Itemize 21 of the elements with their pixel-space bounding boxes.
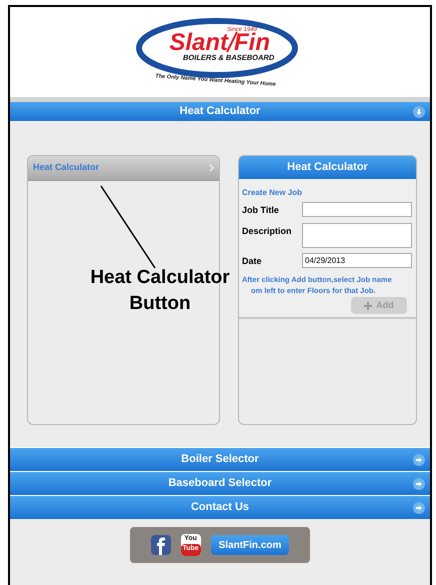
chevron-right-icon — [209, 164, 214, 172]
website-button[interactable]: SlantFin.com — [210, 535, 290, 555]
field-label: Description — [242, 224, 293, 238]
facebook-icon[interactable] — [150, 535, 171, 555]
sidebar-item[interactable]: Heat Calculator — [28, 156, 219, 181]
input-field[interactable]: 04/29/2013 — [302, 252, 412, 268]
input-field[interactable] — [302, 202, 412, 217]
plus-icon — [364, 302, 372, 310]
field-label: Job Title — [242, 204, 280, 217]
section-header-bar[interactable]: Heat Calculator — [10, 102, 430, 121]
section-label: Create New Job — [242, 187, 304, 199]
arrow-right-icon — [413, 478, 425, 490]
arrow-right-icon — [413, 454, 425, 466]
input-field[interactable] — [302, 222, 412, 248]
arrow-right-icon — [413, 502, 425, 514]
nav-bar[interactable]: Boiler Selector — [10, 448, 430, 471]
field-label: Date — [242, 254, 263, 268]
panel-title-bar: Heat Calculator — [239, 156, 416, 179]
nav-bar[interactable]: Contact Us — [10, 496, 430, 519]
nav-bar[interactable]: Baseboard Selector — [10, 472, 430, 495]
arrow-down-icon — [413, 106, 425, 118]
